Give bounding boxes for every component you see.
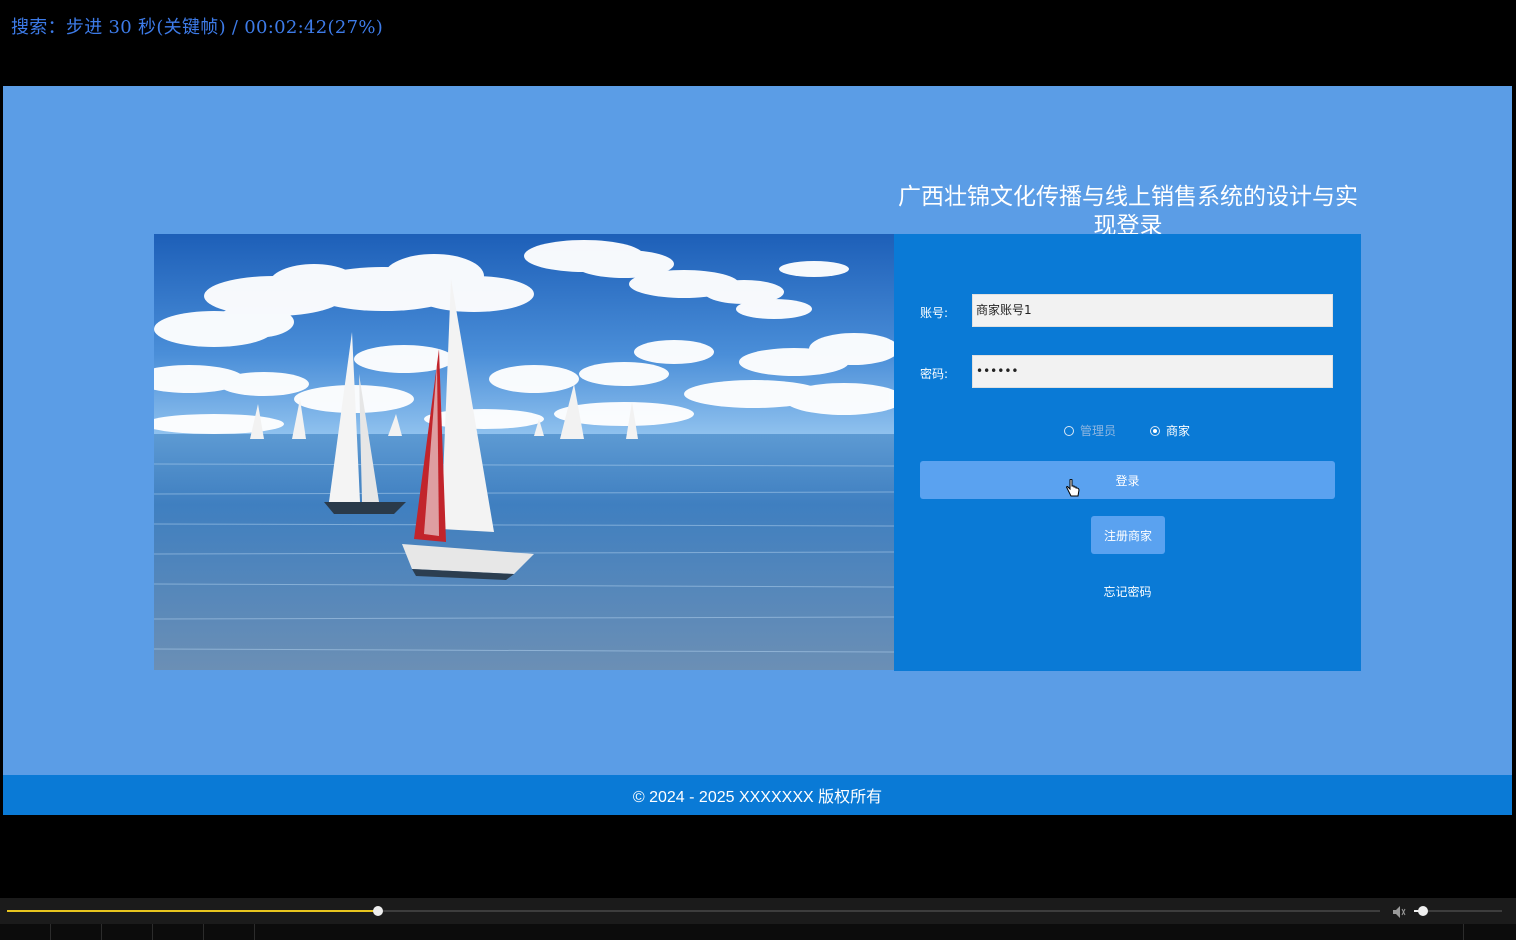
player-bottom-strip <box>0 924 1516 940</box>
player-controls <box>0 898 1516 924</box>
login-panel: 账号: 商家账号1 密码: •••••• 管理员 商家 登录 注册商家 忘记密码 <box>894 234 1361 671</box>
volume-slider[interactable] <box>1414 906 1502 916</box>
page-title: 广西壮锦文化传播与线上销售系统的设计与实现登录 <box>898 184 1358 239</box>
seek-progress-fill <box>7 910 378 912</box>
radio-checked-icon <box>1150 425 1160 436</box>
role-label-admin: 管理员 <box>1080 424 1117 438</box>
osd-seek-status: 搜索：步进 30 秒(关键帧) / 00:02:42(27%) <box>11 17 384 38</box>
strip-divider <box>152 924 153 940</box>
strip-divider <box>50 924 51 940</box>
strip-divider <box>254 924 255 940</box>
hand-cursor-icon <box>1066 478 1080 503</box>
volume-handle[interactable] <box>1417 906 1428 916</box>
volume-icon[interactable] <box>1392 904 1408 923</box>
forgot-password-link[interactable]: 忘记密码 <box>894 583 1361 600</box>
seek-handle[interactable] <box>372 906 383 916</box>
strip-divider <box>203 924 204 940</box>
password-label: 密码: <box>920 367 949 381</box>
role-label-merchant: 商家 <box>1166 424 1191 438</box>
account-input[interactable]: 商家账号1 <box>972 294 1333 327</box>
role-radio-admin[interactable]: 管理员 <box>1064 422 1116 439</box>
register-merchant-button[interactable]: 注册商家 <box>1091 516 1165 554</box>
hero-image <box>154 234 894 670</box>
password-input[interactable]: •••••• <box>972 355 1333 388</box>
login-page: 广西壮锦文化传播与线上销售系统的设计与实现登录 账号: 商家账号1 密码: ••… <box>3 86 1512 815</box>
role-radio-merchant[interactable]: 商家 <box>1150 422 1190 439</box>
strip-divider <box>1463 924 1464 940</box>
page-footer: © 2024 - 2025 XXXXXXX 版权所有 <box>3 775 1512 815</box>
radio-unchecked-icon <box>1064 425 1074 436</box>
seek-bar[interactable] <box>7 906 1380 916</box>
account-label: 账号: <box>920 306 949 320</box>
login-button[interactable]: 登录 <box>920 461 1335 499</box>
strip-divider <box>101 924 102 940</box>
